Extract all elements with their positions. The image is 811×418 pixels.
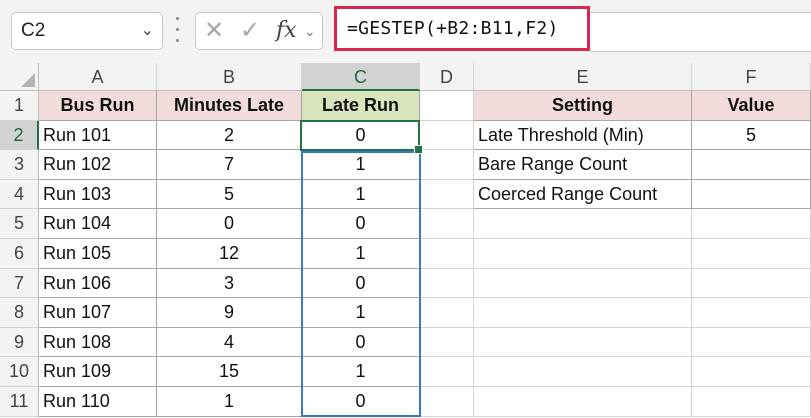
cell-c4[interactable]: 1 xyxy=(302,179,420,210)
column-header-a[interactable]: A xyxy=(39,63,157,91)
cell-a5[interactable]: Run 104 xyxy=(39,209,157,239)
cell-f2[interactable]: 5 xyxy=(692,120,811,151)
row-header-11[interactable]: 11 xyxy=(0,387,39,417)
cell-c10[interactable]: 1 xyxy=(302,357,420,387)
row-header-7[interactable]: 7 xyxy=(0,268,39,299)
column-header-f[interactable]: F xyxy=(692,63,811,91)
cell-b7[interactable]: 3 xyxy=(157,268,302,299)
cell-a4[interactable]: Run 103 xyxy=(39,179,157,210)
cell-d1[interactable] xyxy=(420,91,474,121)
row-header-9[interactable]: 9 xyxy=(0,327,39,358)
cell-e4[interactable]: Coerced Range Count xyxy=(474,179,692,210)
formula-text: =GESTEP(+B2:B11,F2) xyxy=(347,18,559,39)
formula-input[interactable]: =GESTEP(+B2:B11,F2) xyxy=(334,6,590,51)
cell-d5[interactable] xyxy=(420,209,474,239)
cell-d8[interactable] xyxy=(420,298,474,328)
row-header-5[interactable]: 5 xyxy=(0,209,39,239)
cell-d6[interactable] xyxy=(420,239,474,269)
formula-input-extension[interactable] xyxy=(590,12,811,52)
cell-c3[interactable]: 1 xyxy=(302,150,420,180)
row-header-4[interactable]: 4 xyxy=(0,179,39,210)
cell-c5[interactable]: 0 xyxy=(302,209,420,239)
cell-f11[interactable] xyxy=(692,387,811,417)
chevron-down-icon[interactable]: ⌄ xyxy=(141,13,154,49)
cell-e10[interactable] xyxy=(474,357,692,387)
cell-f3[interactable] xyxy=(692,150,811,180)
cell-e9[interactable] xyxy=(474,327,692,358)
fill-handle[interactable] xyxy=(414,145,423,154)
cell-b11[interactable]: 1 xyxy=(157,387,302,417)
name-box[interactable]: C2 ⌄ xyxy=(11,12,163,50)
cell-a7[interactable]: Run 106 xyxy=(39,268,157,299)
cell-b6[interactable]: 12 xyxy=(157,239,302,269)
row-header-10[interactable]: 10 xyxy=(0,357,39,387)
formula-bar: C2 ⌄ ✕ ✓ fx ⌄ =GESTEP(+B2:B11,F2) xyxy=(0,0,811,63)
confirm-check-icon[interactable]: ✓ xyxy=(240,13,260,49)
cell-c7[interactable]: 0 xyxy=(302,268,420,299)
select-all-corner[interactable] xyxy=(0,63,39,91)
column-header-d[interactable]: D xyxy=(420,63,474,91)
fx-icon[interactable]: fx xyxy=(276,13,297,49)
cell-b2[interactable]: 2 xyxy=(157,120,302,151)
cell-f8[interactable] xyxy=(692,298,811,328)
cell-e5[interactable] xyxy=(474,209,692,239)
cell-d10[interactable] xyxy=(420,357,474,387)
cell-a8[interactable]: Run 107 xyxy=(39,298,157,328)
cell-d11[interactable] xyxy=(420,387,474,417)
cell-e7[interactable] xyxy=(474,268,692,299)
cell-d2[interactable] xyxy=(420,120,474,151)
cell-f5[interactable] xyxy=(692,209,811,239)
cell-e6[interactable] xyxy=(474,239,692,269)
column-header-e[interactable]: E xyxy=(474,63,692,91)
cell-a9[interactable]: Run 108 xyxy=(39,327,157,358)
grip-dots-icon[interactable] xyxy=(176,17,180,47)
formula-buttons: ✕ ✓ fx ⌄ xyxy=(195,12,323,50)
cell-a11[interactable]: Run 110 xyxy=(39,387,157,417)
cell-d7[interactable] xyxy=(420,268,474,299)
cell-b9[interactable]: 4 xyxy=(157,327,302,358)
cell-b8[interactable]: 9 xyxy=(157,298,302,328)
cell-d3[interactable] xyxy=(420,150,474,180)
row-header-1[interactable]: 1 xyxy=(0,91,39,121)
cell-b10[interactable]: 15 xyxy=(157,357,302,387)
cell-a6[interactable]: Run 105 xyxy=(39,239,157,269)
cell-a1[interactable]: Bus Run xyxy=(39,91,157,121)
cell-b4[interactable]: 5 xyxy=(157,179,302,210)
cell-c9[interactable]: 0 xyxy=(302,327,420,358)
cell-d4[interactable] xyxy=(420,179,474,210)
cell-f7[interactable] xyxy=(692,268,811,299)
cell-b5[interactable]: 0 xyxy=(157,209,302,239)
cell-e2[interactable]: Late Threshold (Min) xyxy=(474,120,692,151)
cell-c6[interactable]: 1 xyxy=(302,239,420,269)
cell-e1[interactable]: Setting xyxy=(474,91,692,121)
cell-f6[interactable] xyxy=(692,239,811,269)
cancel-x-icon[interactable]: ✕ xyxy=(204,13,224,49)
cell-c2[interactable]: 0 xyxy=(302,120,420,151)
row-header-2[interactable]: 2 xyxy=(0,120,39,151)
cell-a2[interactable]: Run 101 xyxy=(39,120,157,151)
cell-e8[interactable] xyxy=(474,298,692,328)
column-header-b[interactable]: B xyxy=(157,63,302,91)
cell-d9[interactable] xyxy=(420,327,474,358)
chevron-down-icon[interactable]: ⌄ xyxy=(304,13,316,49)
row-header-6[interactable]: 6 xyxy=(0,239,39,269)
cell-c8[interactable]: 1 xyxy=(302,298,420,328)
cell-f10[interactable] xyxy=(692,357,811,387)
cell-f1[interactable]: Value xyxy=(692,91,811,121)
name-box-value: C2 xyxy=(21,20,46,41)
cell-b3[interactable]: 7 xyxy=(157,150,302,180)
cell-c11[interactable]: 0 xyxy=(302,387,420,417)
row-header-3[interactable]: 3 xyxy=(0,150,39,180)
cell-b1[interactable]: Minutes Late xyxy=(157,91,302,121)
cell-a10[interactable]: Run 109 xyxy=(39,357,157,387)
row-header-8[interactable]: 8 xyxy=(0,298,39,328)
cell-a3[interactable]: Run 102 xyxy=(39,150,157,180)
cell-e3[interactable]: Bare Range Count xyxy=(474,150,692,180)
column-header-c[interactable]: C xyxy=(302,63,420,91)
cell-c1[interactable]: Late Run xyxy=(302,91,420,121)
cell-f9[interactable] xyxy=(692,327,811,358)
cell-f4[interactable] xyxy=(692,179,811,210)
cell-e11[interactable] xyxy=(474,387,692,417)
